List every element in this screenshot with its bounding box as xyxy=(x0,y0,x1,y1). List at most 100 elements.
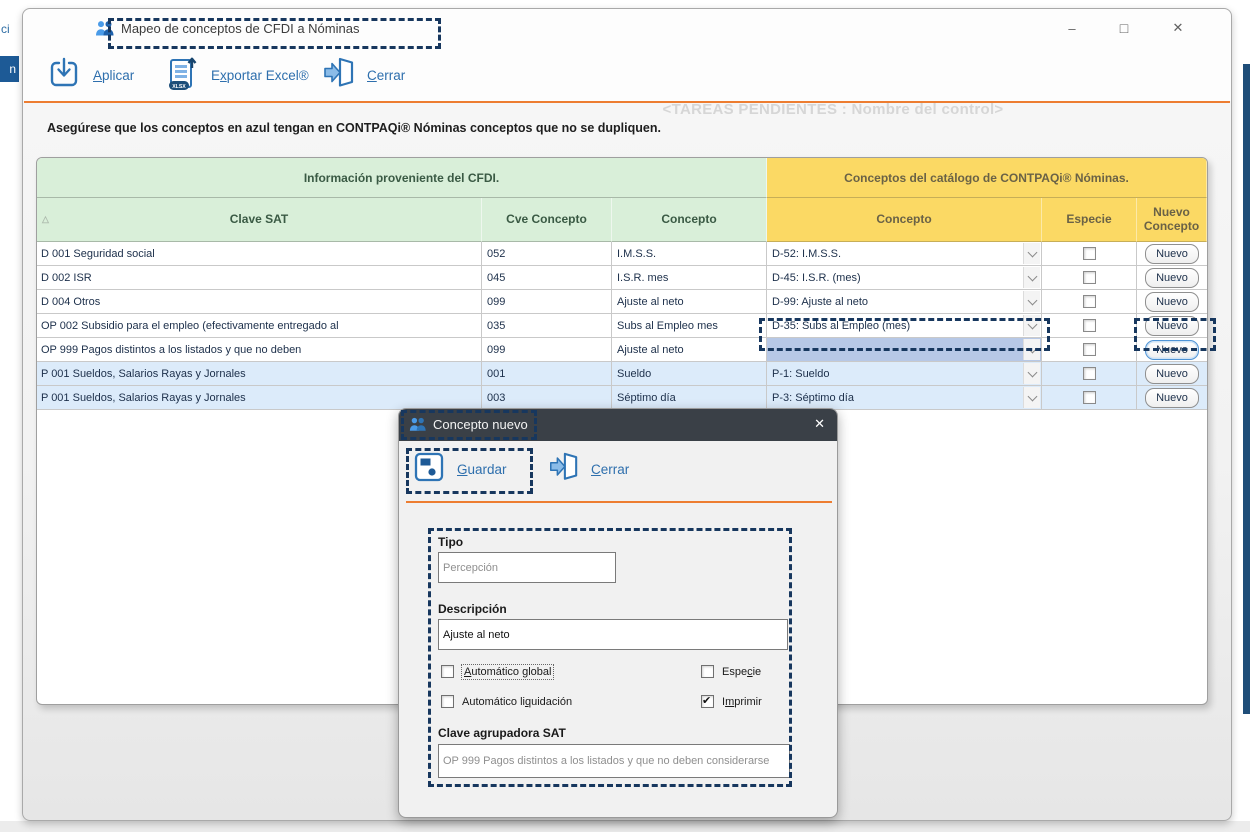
background-window-edge xyxy=(1243,64,1250,714)
pending-tasks-watermark: <TAREAS PENDIENTES : Nombre del control> xyxy=(583,101,1083,118)
especie-checkbox[interactable] xyxy=(701,665,714,678)
concepto-nominas-dropdown[interactable]: D-45: I.S.R. (mes) xyxy=(767,266,1042,290)
dialog-cerrar-label: Cerrar xyxy=(591,462,629,477)
tipo-label: Tipo xyxy=(438,535,463,549)
especie-cell[interactable] xyxy=(1042,362,1137,386)
chevron-down-icon[interactable] xyxy=(1023,339,1040,360)
nuevo-cell: Nuevo xyxy=(1137,242,1207,266)
concepto-nominas-dropdown[interactable]: P-3: Séptimo día xyxy=(767,386,1042,410)
close-button[interactable]: ✕ xyxy=(1163,15,1193,41)
concepto-nominas-dropdown[interactable]: P-1: Sueldo xyxy=(767,362,1042,386)
cell-cve-concepto: 045 xyxy=(482,266,612,290)
clave-agrupadora-label: Clave agrupadora SAT xyxy=(438,726,566,740)
column-header-concepto-cfdi[interactable]: Concepto xyxy=(612,198,767,242)
imprimir-label[interactable]: Imprimir xyxy=(722,696,762,708)
background-bottom-strip xyxy=(0,821,1250,832)
especie-checkbox[interactable] xyxy=(1083,343,1096,356)
automatico-liquidacion-row: Automático liquidación xyxy=(441,694,572,709)
especie-checkbox[interactable] xyxy=(1083,295,1096,308)
column-header-cve-concepto[interactable]: Cve Concepto xyxy=(482,198,612,242)
nuevo-cell: Nuevo xyxy=(1137,266,1207,290)
minimize-button[interactable]: – xyxy=(1057,15,1087,41)
chevron-down-icon[interactable] xyxy=(1023,315,1040,336)
imprimir-row: Imprimir xyxy=(701,694,762,709)
especie-cell[interactable] xyxy=(1042,266,1137,290)
automatico-global-checkbox[interactable] xyxy=(441,665,454,678)
cell-clave-sat: D 004 Otros xyxy=(37,290,482,314)
nuevo-cell: Nuevo xyxy=(1137,314,1207,338)
nuevo-button[interactable]: Nuevo xyxy=(1145,388,1199,408)
automatico-liquidacion-checkbox[interactable] xyxy=(441,695,454,708)
especie-cell[interactable] xyxy=(1042,338,1137,362)
nuevo-button[interactable]: Nuevo xyxy=(1145,268,1199,288)
sort-ascending-icon: △ xyxy=(42,214,49,224)
imprimir-checkbox[interactable] xyxy=(701,695,714,708)
especie-cell[interactable] xyxy=(1042,242,1137,266)
especie-row: Especie xyxy=(701,664,761,679)
save-floppy-icon xyxy=(413,451,445,488)
info-message: Asegúrese que los conceptos en azul teng… xyxy=(47,121,661,135)
aplicar-button[interactable]: Aplicar xyxy=(47,55,134,95)
cell-clave-sat: D 002 ISR xyxy=(37,266,482,290)
especie-label[interactable]: Especie xyxy=(722,666,761,678)
app-people-icon xyxy=(95,20,115,37)
group-header-cfdi: Información proveniente del CFDI. xyxy=(37,158,767,198)
cell-cve-concepto: 003 xyxy=(482,386,612,410)
column-header-nuevo-concepto[interactable]: Nuevo Concepto xyxy=(1137,198,1207,242)
especie-checkbox[interactable] xyxy=(1083,391,1096,404)
especie-checkbox[interactable] xyxy=(1083,367,1096,380)
nuevo-button[interactable]: Nuevo xyxy=(1145,340,1199,360)
chevron-down-icon[interactable] xyxy=(1023,267,1040,288)
chevron-down-icon[interactable] xyxy=(1023,243,1040,264)
column-header-especie[interactable]: Especie xyxy=(1042,198,1137,242)
toolbar-separator xyxy=(24,101,1230,103)
nuevo-button[interactable]: Nuevo xyxy=(1145,244,1199,264)
cell-concepto-cfdi: Sueldo xyxy=(612,362,767,386)
automatico-global-label[interactable]: Automático global xyxy=(462,665,553,679)
dialog-close-icon[interactable]: ✕ xyxy=(814,416,825,432)
column-header-concepto-nominas[interactable]: Concepto xyxy=(767,198,1042,242)
cell-clave-sat: D 001 Seguridad social xyxy=(37,242,482,266)
nuevo-button[interactable]: Nuevo xyxy=(1145,292,1199,312)
nuevo-button[interactable]: Nuevo xyxy=(1145,316,1199,336)
dialog-toolbar: Guardar Cerrar xyxy=(399,441,837,501)
especie-cell[interactable] xyxy=(1042,314,1137,338)
maximize-button[interactable]: □ xyxy=(1109,15,1139,41)
exportar-excel-button[interactable]: XLSX Exportar Excel® xyxy=(165,55,309,95)
concepto-nominas-dropdown[interactable] xyxy=(767,338,1042,362)
column-header-clave-sat[interactable]: △ Clave SAT xyxy=(37,198,482,242)
chevron-down-icon[interactable] xyxy=(1023,291,1040,312)
especie-checkbox[interactable] xyxy=(1083,247,1096,260)
cell-clave-sat: OP 999 Pagos distintos a los listados y … xyxy=(37,338,482,362)
tipo-input[interactable] xyxy=(438,552,616,583)
especie-checkbox[interactable] xyxy=(1083,271,1096,284)
concepto-nominas-dropdown[interactable]: D-99: Ajuste al neto xyxy=(767,290,1042,314)
group-header-nominas: Conceptos del catálogo de CONTPAQi® Nómi… xyxy=(767,158,1207,198)
cerrar-button[interactable]: Cerrar xyxy=(321,55,405,95)
excel-export-icon: XLSX xyxy=(165,57,199,93)
especie-checkbox[interactable] xyxy=(1083,319,1096,332)
descripcion-input[interactable] xyxy=(438,619,788,650)
clave-agrupadora-input[interactable] xyxy=(438,744,790,778)
nuevo-cell: Nuevo xyxy=(1137,338,1207,362)
cell-cve-concepto: 052 xyxy=(482,242,612,266)
title-bar: Mapeo de conceptos de CFDI a Nóminas – □… xyxy=(23,9,1231,49)
dialog-cerrar-button[interactable]: Cerrar xyxy=(547,449,629,489)
guardar-button[interactable]: Guardar xyxy=(413,449,507,489)
cell-concepto-cfdi: I.M.S.S. xyxy=(612,242,767,266)
concepto-nominas-dropdown[interactable]: D-52: I.M.S.S. xyxy=(767,242,1042,266)
chevron-down-icon[interactable] xyxy=(1023,387,1040,408)
concepto-nominas-dropdown[interactable]: D-35: Subs al Empleo (mes) xyxy=(767,314,1042,338)
cell-cve-concepto: 099 xyxy=(482,290,612,314)
exit-door-icon xyxy=(321,56,355,95)
especie-cell[interactable] xyxy=(1042,386,1137,410)
mapping-grid-body: Información proveniente del CFDI. Concep… xyxy=(37,158,1207,410)
chevron-down-icon[interactable] xyxy=(1023,363,1040,384)
especie-cell[interactable] xyxy=(1042,290,1137,314)
nuevo-button[interactable]: Nuevo xyxy=(1145,364,1199,384)
automatico-liquidacion-label[interactable]: Automático liquidación xyxy=(462,696,572,708)
guardar-label: Guardar xyxy=(457,462,507,477)
cell-concepto-cfdi: I.S.R. mes xyxy=(612,266,767,290)
descripcion-label: Descripción xyxy=(438,602,507,616)
background-text-fragment: ci xyxy=(1,22,10,36)
